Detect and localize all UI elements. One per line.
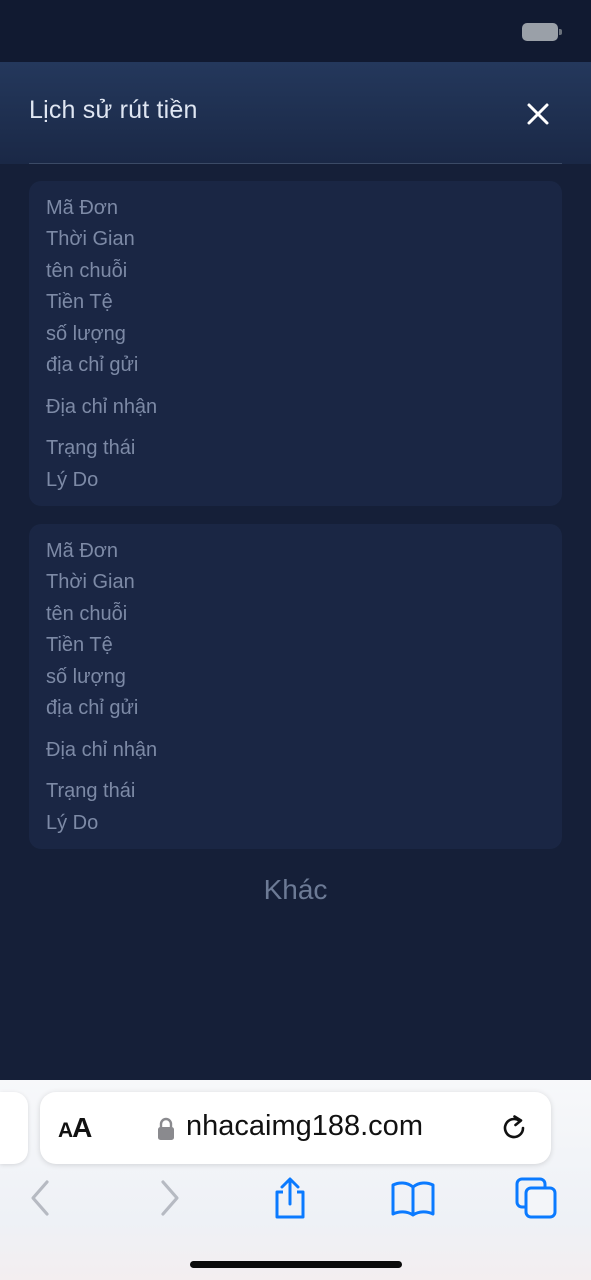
home-indicator	[190, 1261, 402, 1268]
tabs-icon[interactable]	[514, 1176, 558, 1220]
forward-icon[interactable]	[147, 1176, 191, 1220]
back-icon[interactable]	[19, 1176, 63, 1220]
field-currency: Tiền Tệ	[46, 634, 113, 656]
address-bar[interactable]: AA nhacaimg188.com	[40, 1092, 551, 1164]
field-chain-name: tên chuỗi	[46, 260, 128, 282]
field-amount: số lượng	[46, 323, 126, 345]
previous-tab-edge[interactable]	[0, 1092, 28, 1164]
field-time: Thời Gian	[46, 571, 135, 593]
field-receiver-address: Địa chỉ nhận	[46, 739, 158, 761]
field-order-id: Mã Đơn	[46, 540, 119, 562]
field-amount: số lượng	[46, 666, 126, 688]
field-chain-name: tên chuỗi	[46, 603, 128, 625]
share-icon[interactable]	[268, 1176, 312, 1220]
text-size-small-letter: A	[58, 1119, 73, 1142]
close-button[interactable]	[523, 99, 553, 129]
status-bar	[0, 0, 591, 62]
lock-icon	[158, 1117, 174, 1140]
modal-header: Lịch sử rút tiền	[0, 62, 591, 164]
field-receiver-address: Địa chỉ nhận	[46, 396, 158, 418]
withdrawal-record-card: Mã Đơn Thời Gian tên chuỗi Tiền Tệ số lư…	[29, 181, 562, 506]
reload-icon[interactable]	[499, 1112, 531, 1144]
withdrawal-record-card: Mã Đơn Thời Gian tên chuỗi Tiền Tệ số lư…	[29, 524, 562, 849]
modal-title: Lịch sử rút tiền	[29, 96, 198, 124]
field-currency: Tiền Tệ	[46, 291, 113, 313]
field-sender-address: địa chỉ gửi	[46, 354, 139, 376]
field-sender-address: địa chỉ gửi	[46, 697, 139, 719]
url-text[interactable]: nhacaimg188.com	[186, 1110, 423, 1143]
browser-toolbar: AA nhacaimg188.com	[0, 1080, 591, 1280]
more-button[interactable]: Khác	[0, 874, 591, 906]
text-size-button[interactable]: AA	[58, 1112, 92, 1144]
field-status: Trạng thái	[46, 780, 136, 802]
field-reason: Lý Do	[46, 812, 99, 834]
text-size-large-letter: A	[72, 1112, 92, 1143]
bookmarks-icon[interactable]	[391, 1176, 435, 1220]
field-status: Trạng thái	[46, 437, 136, 459]
header-divider	[29, 163, 562, 164]
field-order-id: Mã Đơn	[46, 197, 119, 219]
close-icon	[527, 103, 549, 125]
field-time: Thời Gian	[46, 228, 135, 250]
battery-icon	[522, 23, 562, 41]
field-reason: Lý Do	[46, 469, 99, 491]
withdrawal-history-modal: Lịch sử rút tiền Mã Đơn Thời Gian tên ch…	[0, 62, 591, 1080]
